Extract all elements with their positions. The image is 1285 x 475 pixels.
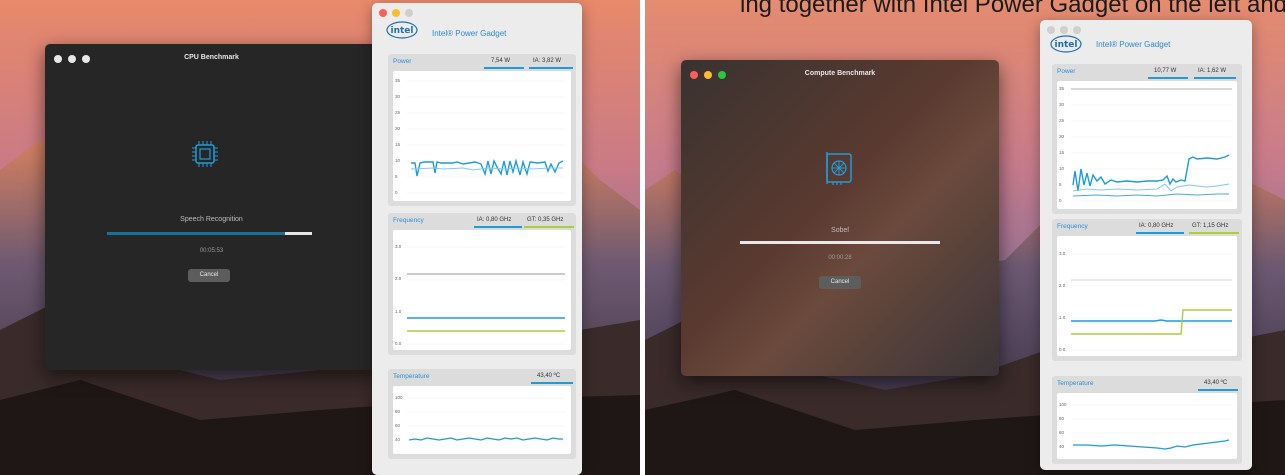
ia-frequency-value: IA: 0,80 GHz [477, 217, 512, 223]
frequency-section: Frequency IA: 0,80 GHz GT: 0,35 GHz 3.0 2… [388, 213, 576, 355]
power-graph-lines [1071, 88, 1232, 202]
ia-frequency-value: IA: 0,80 GHz [1139, 223, 1174, 229]
power-label: Power [393, 58, 412, 65]
temperature-value: 43,40 ºC [537, 373, 561, 379]
power-graph-lines [407, 80, 565, 194]
minimize-window-button[interactable] [392, 9, 400, 17]
frequency-graph: 3.0 2.0 1.0 0.0 [393, 230, 571, 350]
ia-power-value: IA: 1,62 W [1198, 68, 1227, 74]
cpu-benchmark-window: CPU Benchmark Speech Recognition 00:05:5… [45, 44, 378, 370]
frequency-graph: 3.0 2.0 1.0 0.0 [1057, 236, 1237, 356]
close-window-button[interactable] [379, 9, 387, 17]
elapsed-time: 00:00:28 [828, 255, 852, 261]
package-power-line [1072, 154, 1230, 192]
frequency-graph-lines [1071, 253, 1232, 351]
gpu-card-icon [826, 152, 852, 185]
package-power-value: 10,77 W [1154, 68, 1177, 74]
compute-benchmark-window: Compute Benchmark Sobel 00:00:28 Cancel [681, 60, 999, 376]
window-controls[interactable] [379, 9, 413, 17]
gt-frequency-underline [524, 226, 574, 228]
zoom-window-button[interactable] [405, 9, 413, 17]
power-section: Power 7,54 W IA: 3,82 W 35 30 25 20 15 10 5 0 [388, 54, 576, 206]
gt-power-line [1072, 193, 1229, 197]
app-title: Intel® Power Gadget [1096, 40, 1171, 49]
package-power-value: 7,54 W [491, 58, 511, 64]
temperature-line [1073, 439, 1230, 450]
app-title: Intel® Power Gadget [432, 29, 507, 38]
intel-power-gadget-window: intel Intel® Power Gadget Power 10,77 W … [1040, 20, 1252, 470]
benchmark-progress-track [107, 232, 312, 235]
power-label: Power [1057, 68, 1076, 75]
intel-power-gadget-window: intel Intel® Power Gadget Power 7,54 W I… [372, 3, 582, 475]
window-title: Compute Benchmark [804, 70, 876, 77]
intel-logo: intel [1050, 35, 1082, 53]
gt-frequency-line [1071, 309, 1232, 335]
temperature-graph: 100 80 60 40 [1057, 393, 1237, 459]
power-graph: 35 30 25 20 15 10 5 0 [393, 71, 571, 201]
window-controls[interactable] [1047, 26, 1081, 34]
temperature-underline [1198, 389, 1238, 391]
frequency-label: Frequency [1057, 223, 1088, 230]
power-section: Power 10,77 W IA: 1,62 W 35 30 25 20 15 10 5 0 [1052, 64, 1242, 214]
ia-power-value: IA: 3,82 W [533, 58, 562, 64]
intel-logo: intel [386, 21, 418, 39]
package-power-underline [1148, 77, 1188, 79]
frequency-label: Frequency [393, 217, 424, 224]
elapsed-time: 00:05:53 [199, 248, 224, 254]
right-screenshot: ing together with Intel Power Gadget on … [645, 0, 1285, 475]
gt-frequency-value: GT: 1,15 GHz [1192, 223, 1229, 229]
frequency-graph-lines [407, 246, 565, 345]
frequency-section: Frequency IA: 0,80 GHz GT: 1,15 GHz 3.0 2… [1052, 219, 1242, 361]
current-task-label: Sobel [831, 227, 849, 234]
temperature-graph-lines [407, 397, 565, 441]
power-graph: 35 30 25 20 15 10 5 0 [1057, 81, 1237, 209]
cancel-button[interactable]: Cancel [188, 269, 230, 282]
ia-frequency-line [1071, 319, 1232, 322]
article-caption-text: ing together with Intel Power Gadget on … [740, 0, 1285, 18]
benchmark-progress-fill [107, 232, 286, 235]
temperature-label: Temperature [1057, 380, 1094, 387]
temperature-graph: 100 80 60 40 [393, 386, 571, 454]
package-power-underline [484, 67, 524, 69]
intel-logo-text: intel [391, 26, 414, 36]
temperature-section: Temperature 43,40 ºC 100 80 60 40 [1052, 376, 1242, 464]
temperature-section: Temperature 43,40 ºC 100 80 60 40 [388, 369, 576, 459]
window-title: CPU Benchmark [184, 54, 239, 61]
ia-power-underline [529, 67, 573, 69]
current-task-label: Speech Recognition [180, 216, 243, 223]
cpu-chip-icon [192, 141, 218, 167]
ia-power-underline [1194, 77, 1236, 79]
minimize-window-button[interactable] [1060, 26, 1068, 34]
temperature-label: Temperature [393, 373, 430, 380]
ia-frequency-underline [1136, 232, 1184, 234]
gt-frequency-underline [1189, 232, 1239, 234]
temperature-value: 43,40 ºC [1204, 380, 1228, 386]
zoom-window-button[interactable] [1073, 26, 1081, 34]
ia-frequency-underline [474, 226, 522, 228]
left-screenshot: CPU Benchmark Speech Recognition 00:05:5… [0, 0, 640, 475]
cancel-button[interactable]: Cancel [819, 276, 861, 289]
benchmark-progress-track [740, 241, 940, 244]
benchmark-progress-fill [740, 241, 940, 244]
gt-frequency-value: GT: 0,35 GHz [527, 217, 564, 223]
temperature-graph-lines [1071, 404, 1232, 450]
temperature-underline [531, 382, 573, 384]
close-window-button[interactable] [1047, 26, 1055, 34]
intel-logo-text: intel [1055, 40, 1078, 50]
